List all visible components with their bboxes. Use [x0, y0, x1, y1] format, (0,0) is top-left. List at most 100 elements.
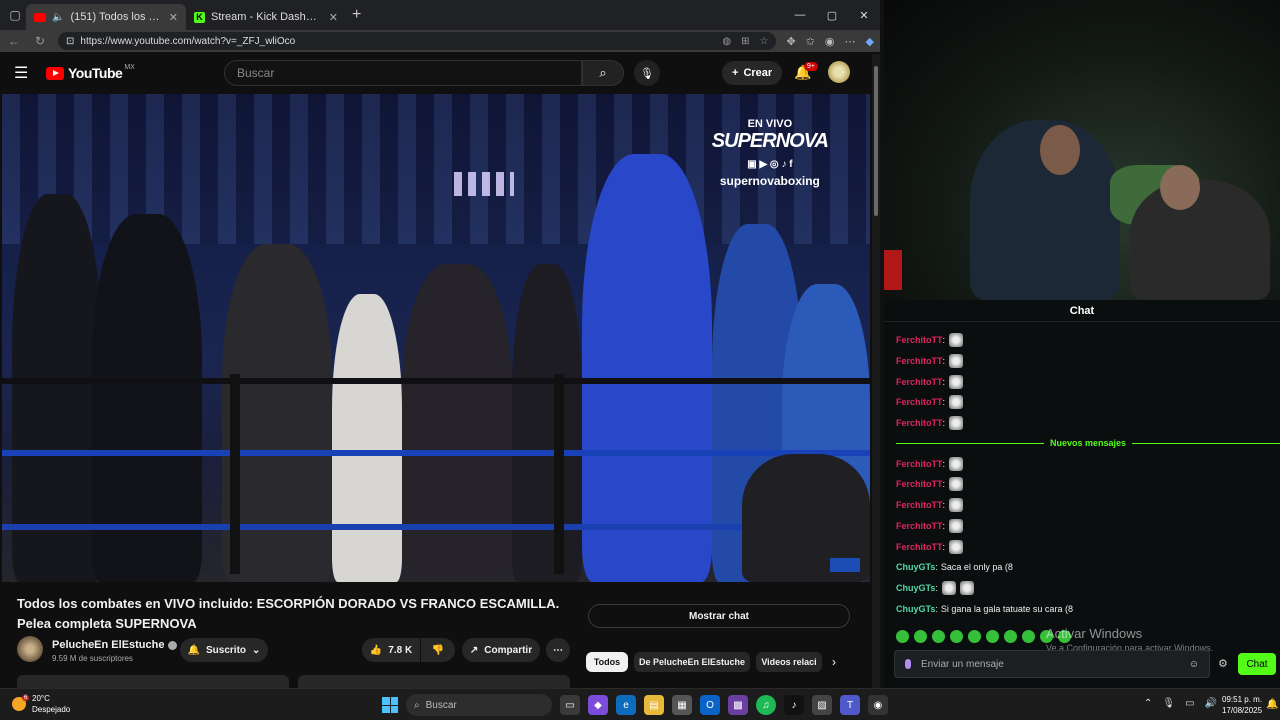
favorites-icon[interactable]: ✩	[806, 35, 815, 48]
emote-icon[interactable]	[1004, 630, 1017, 643]
outlook-icon[interactable]: O	[700, 695, 720, 715]
extension-icon[interactable]: ◍	[722, 36, 731, 47]
extensions-icon[interactable]: ✥	[786, 35, 795, 48]
file-explorer-icon[interactable]: ▤	[644, 695, 664, 715]
chat-username[interactable]: FerchitoTT	[896, 500, 943, 510]
account-avatar[interactable]	[828, 61, 850, 83]
emote-icon[interactable]	[932, 630, 945, 643]
teams-icon[interactable]: T	[840, 695, 860, 715]
emote-icon[interactable]	[968, 630, 981, 643]
chat-message-input[interactable]: Enviar un mensaje ☺	[894, 650, 1210, 678]
minimize-icon[interactable]: —	[784, 9, 816, 22]
new-tab-icon[interactable]: +	[352, 6, 361, 24]
close-tab-icon[interactable]: ✕	[329, 11, 338, 24]
url-text: https://www.youtube.com/watch?v=_ZFJ_wli…	[80, 35, 296, 47]
chat-username[interactable]: FerchitoTT	[896, 479, 943, 489]
chevron-up-icon[interactable]: ⌃	[1144, 698, 1152, 709]
tab-actions-icon[interactable]: ▢	[4, 4, 26, 26]
chip-all[interactable]: Todos	[586, 652, 628, 672]
chat-username[interactable]: FerchitoTT	[896, 356, 943, 366]
app-icon[interactable]: ▩	[728, 695, 748, 715]
chat-username[interactable]: FerchitoTT	[896, 459, 943, 469]
chat-username[interactable]: ChuyGTs	[896, 583, 935, 593]
profile-icon[interactable]: ◉	[825, 35, 835, 48]
edge-icon[interactable]: e	[616, 695, 636, 715]
site-info-icon[interactable]: ⊡	[66, 36, 74, 47]
subscribed-button[interactable]: 🔔 Suscrito ⌄	[180, 638, 268, 662]
search-button[interactable]: ⌕	[582, 60, 624, 86]
more-icon[interactable]: ⋯	[845, 35, 856, 48]
emote-icon[interactable]	[950, 630, 963, 643]
chat-username[interactable]: ChuyGTs	[896, 604, 935, 614]
share-button[interactable]: ↗ Compartir	[462, 638, 540, 662]
channel-name[interactable]: PelucheEn ElEstuche	[52, 639, 178, 651]
emoji-picker-icon[interactable]: ☺	[1189, 659, 1199, 670]
obs-icon[interactable]: ◉	[868, 695, 888, 715]
audio-icon[interactable]: 🔈	[52, 12, 64, 23]
copilot-app-icon[interactable]: ◆	[588, 695, 608, 715]
app-available-icon[interactable]: ⊞	[741, 36, 749, 47]
task-view-icon[interactable]: ▭	[560, 695, 580, 715]
tab-bar: ▢ 🔈 (151) Todos los combates en VIVO ✕ K…	[0, 0, 880, 30]
like-button[interactable]: 👍 7.8 K	[362, 638, 420, 662]
chat-message: ChuyGTs:	[896, 578, 1280, 599]
maximize-icon[interactable]: ▢	[816, 9, 848, 22]
address-bar[interactable]: ⊡ https://www.youtube.com/watch?v=_ZFJ_w…	[58, 32, 777, 50]
spotify-icon[interactable]: ♫	[756, 695, 776, 715]
emote-icon	[949, 416, 964, 431]
chevron-right-icon[interactable]: ›	[832, 655, 836, 669]
chat-username[interactable]: FerchitoTT	[896, 397, 943, 407]
chat-username[interactable]: FerchitoTT	[896, 377, 943, 387]
video-player[interactable]: EN VIVO SUPERNOVA ▣ ▶ ◎ ♪ f supernovabox…	[2, 94, 870, 582]
show-chat-button[interactable]: Mostrar chat	[588, 604, 850, 628]
notification-bell-icon[interactable]: 🔔	[1266, 699, 1278, 710]
youtube-logo[interactable]: YouTube MX	[46, 64, 135, 81]
chip-from-channel[interactable]: De PelucheEn ElEstuche	[634, 652, 750, 672]
favorite-star-icon[interactable]: ☆	[760, 36, 769, 47]
close-tab-icon[interactable]: ✕	[169, 11, 178, 24]
emote-icon[interactable]	[914, 630, 927, 643]
tab-kick[interactable]: K Stream - Kick Dashboard ✕	[186, 4, 346, 30]
chat-username[interactable]: FerchitoTT	[896, 521, 943, 531]
comments-box[interactable]	[298, 675, 570, 688]
clock[interactable]: 09:51 p. m. 17/08/2025	[1222, 694, 1262, 716]
tiktok-icon[interactable]: ♪	[784, 695, 804, 715]
tab-youtube[interactable]: 🔈 (151) Todos los combates en VIVO ✕	[26, 4, 186, 30]
emote-icon[interactable]	[896, 630, 909, 643]
emote-icon[interactable]	[1022, 630, 1035, 643]
chat-settings-gear-icon[interactable]: ⚙	[1218, 657, 1228, 670]
chat-username[interactable]: FerchitoTT	[896, 542, 943, 552]
dislike-button[interactable]: 👎	[421, 638, 455, 662]
microphone-icon[interactable]: 🎙	[1162, 698, 1175, 709]
subscriber-count: 9.59 M de suscriptores	[52, 654, 133, 663]
close-window-icon[interactable]: ✕	[848, 9, 880, 22]
mic-icon: 🎙	[640, 67, 654, 80]
chat-username[interactable]: FerchitoTT	[896, 418, 943, 428]
description-box[interactable]	[17, 675, 289, 688]
taskbar-search[interactable]: ⌕ Buscar	[406, 694, 552, 716]
back-icon[interactable]: ←	[6, 34, 22, 48]
search-input[interactable]: Buscar	[224, 60, 582, 86]
emote-icon[interactable]	[986, 630, 999, 643]
reload-icon[interactable]: ↻	[32, 34, 48, 48]
chip-related[interactable]: Videos relaci	[756, 652, 822, 672]
menu-icon[interactable]: ☰	[14, 63, 36, 83]
voice-search-button[interactable]: 🎙	[634, 60, 660, 86]
copilot-icon[interactable]: ◆	[866, 35, 874, 48]
page-scrollbar[interactable]	[872, 54, 880, 688]
channel-avatar[interactable]	[17, 636, 43, 662]
store-icon[interactable]: ▦	[672, 695, 692, 715]
start-button[interactable]	[382, 697, 398, 713]
more-actions-button[interactable]: ⋯	[546, 638, 570, 662]
network-icon[interactable]: ▭	[1185, 698, 1194, 709]
app-icon[interactable]: ▨	[812, 695, 832, 715]
chat-username[interactable]: FerchitoTT	[896, 335, 943, 345]
scrollbar-thumb[interactable]	[874, 66, 878, 216]
emote-bar	[896, 630, 1071, 643]
volume-icon[interactable]: 🔊	[1205, 698, 1217, 709]
send-chat-button[interactable]: Chat	[1238, 653, 1276, 675]
overlay-brand: SUPERNOVA	[711, 130, 829, 152]
chat-username[interactable]: ChuyGTs	[896, 562, 935, 572]
weather-widget[interactable]: 6 20°C Despejado	[12, 693, 70, 715]
create-button[interactable]: + Crear	[722, 61, 783, 85]
